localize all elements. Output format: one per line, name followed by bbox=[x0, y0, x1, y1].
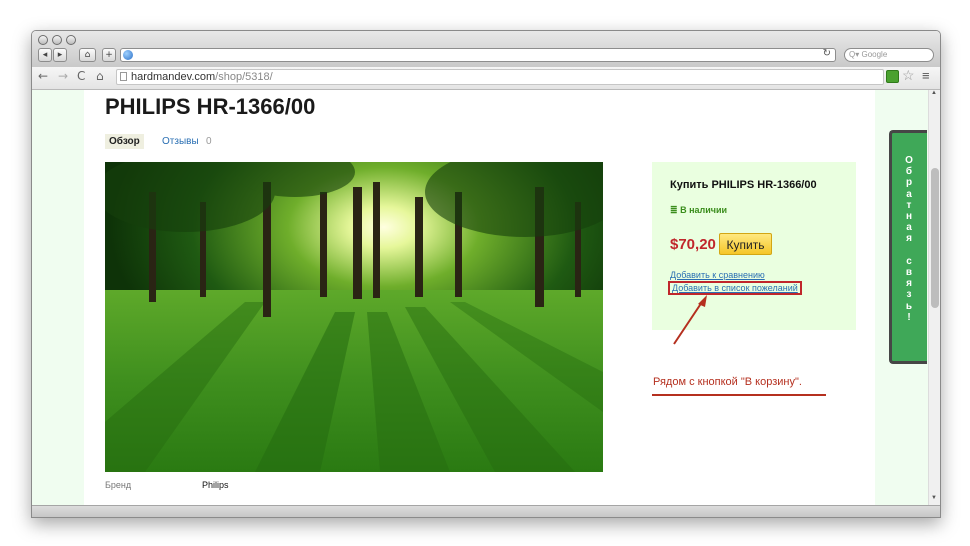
home-nav-icon[interactable]: ⌂ bbox=[96, 69, 104, 83]
scroll-down-icon[interactable]: ▼ bbox=[931, 495, 937, 501]
title-bar: ◂ ▸ ⌂ + ↻ Q▾ Google bbox=[32, 31, 940, 68]
forward-icon[interactable]: ▸ bbox=[53, 48, 67, 62]
zoom-window-button[interactable] bbox=[66, 35, 76, 45]
page-icon bbox=[120, 72, 127, 81]
globe-icon bbox=[123, 50, 133, 60]
reload-arrow-icon[interactable]: C bbox=[77, 69, 85, 83]
back-icon[interactable]: ◂ bbox=[38, 48, 52, 62]
price: $70,20 bbox=[670, 236, 716, 253]
feedback-tab-label: О б р а т н а я с в я з ь ! bbox=[905, 155, 913, 323]
buy-title: Купить PHILIPS HR-1366/00 bbox=[670, 179, 817, 191]
page-viewport: PHILIPS HR-1366/00 Обзор Отзывы 0 Бренд … bbox=[32, 90, 928, 505]
vertical-scrollbar[interactable]: ▲ ▼ bbox=[928, 90, 940, 505]
product-image bbox=[105, 162, 603, 472]
scroll-up-icon[interactable]: ▲ bbox=[931, 90, 937, 96]
search-field[interactable]: Q▾ Google bbox=[844, 48, 934, 62]
back-arrow-icon[interactable]: ← bbox=[38, 69, 48, 83]
wishlist-link[interactable]: Добавить в список пожеланий bbox=[668, 281, 802, 295]
forward-arrow-icon[interactable]: → bbox=[58, 69, 68, 83]
status-bar bbox=[32, 505, 940, 517]
minimize-window-button[interactable] bbox=[52, 35, 62, 45]
stock-status: ≣ В наличии bbox=[670, 205, 727, 216]
home-icon[interactable]: ⌂ bbox=[79, 48, 96, 62]
menu-icon[interactable]: ≡ bbox=[922, 68, 930, 83]
product-title: PHILIPS HR-1366/00 bbox=[105, 94, 316, 119]
title-url-field[interactable]: ↻ bbox=[120, 48, 836, 62]
url-path: /shop/5318/ bbox=[215, 71, 273, 83]
extension-icon[interactable] bbox=[886, 70, 899, 83]
list-icon: ≣ bbox=[670, 205, 678, 215]
annotation-underline bbox=[652, 394, 826, 396]
reload-icon[interactable]: ↻ bbox=[823, 48, 831, 59]
address-text: hardmandev.com/shop/5318/ bbox=[131, 71, 273, 83]
feedback-tab[interactable]: О б р а т н а я с в я з ь ! bbox=[889, 130, 927, 364]
buy-button[interactable]: Купить bbox=[719, 233, 772, 255]
stock-label: В наличии bbox=[680, 205, 728, 215]
close-window-button[interactable] bbox=[38, 35, 48, 45]
annotation-text: Рядом с кнопкой "В корзину". bbox=[653, 376, 802, 388]
browser-window: ◂ ▸ ⌂ + ↻ Q▾ Google ← → C ⌂ hardmandev.c… bbox=[31, 30, 941, 518]
tab-reviews[interactable]: Отзывы bbox=[162, 136, 199, 147]
tab-overview[interactable]: Обзор bbox=[105, 134, 144, 149]
add-bookmark-icon[interactable]: + bbox=[102, 48, 116, 62]
url-host: hardmandev.com bbox=[131, 71, 216, 83]
scroll-thumb[interactable] bbox=[931, 168, 939, 308]
search-placeholder: Google bbox=[861, 50, 888, 59]
search-icon: Q▾ bbox=[849, 50, 860, 59]
attribute-key: Бренд bbox=[105, 480, 132, 490]
navigation-bar: ← → C ⌂ hardmandev.com/shop/5318/ ☆ ≡ bbox=[32, 67, 940, 90]
address-bar[interactable]: hardmandev.com/shop/5318/ bbox=[116, 69, 884, 85]
compare-link[interactable]: Добавить к сравнению bbox=[670, 270, 765, 280]
star-icon[interactable]: ☆ bbox=[902, 67, 915, 84]
page-content: PHILIPS HR-1366/00 Обзор Отзывы 0 Бренд … bbox=[84, 90, 875, 505]
attribute-value: Philips bbox=[202, 480, 229, 490]
reviews-count: 0 bbox=[206, 136, 212, 147]
annotation-arrow bbox=[673, 295, 707, 345]
